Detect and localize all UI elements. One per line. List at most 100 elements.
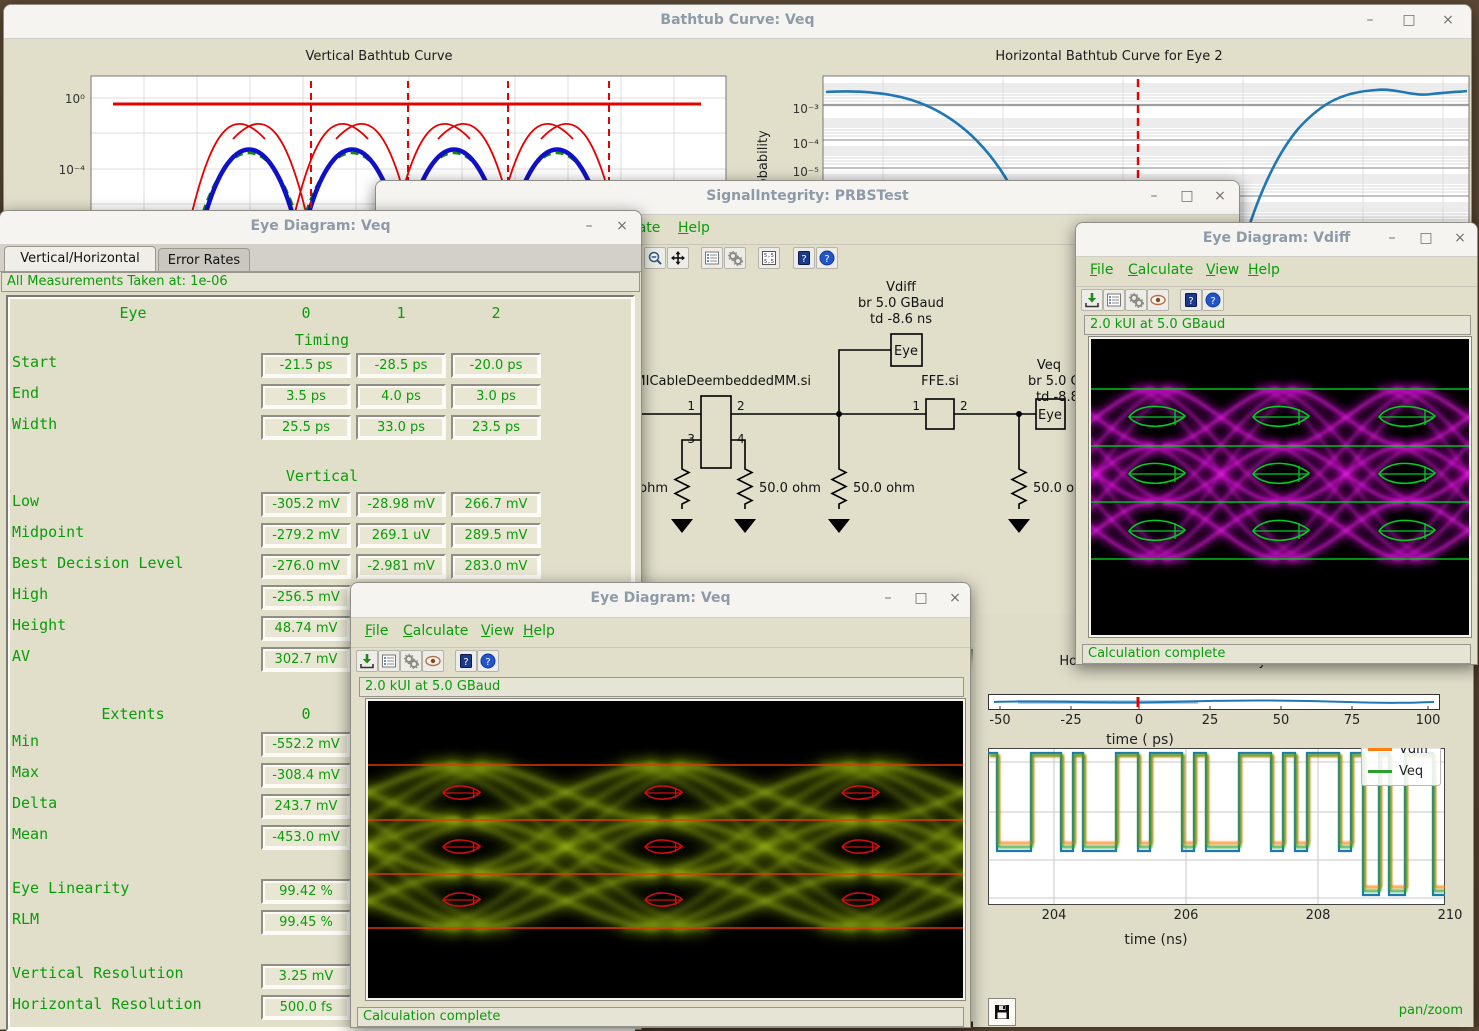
waveform-plot[interactable]: Vdiff Veq bbox=[988, 748, 1445, 905]
tab-vertical-horizontal[interactable]: Vertical/Horizontal bbox=[4, 246, 156, 271]
properties-icon[interactable] bbox=[701, 247, 723, 269]
value-field[interactable]: 99.45 % bbox=[261, 910, 351, 935]
sparameter-viewer-icon[interactable]: 5,55,5 bbox=[758, 247, 780, 269]
window-eye-diagram-vdiff: Eye Diagram: Vdiff – □ × File Calculate … bbox=[1075, 222, 1478, 665]
value-field[interactable]: -256.5 mV bbox=[261, 585, 351, 610]
ffe-block[interactable] bbox=[926, 399, 954, 429]
slider-tick: 75 bbox=[1332, 713, 1372, 728]
ffe-file-label: FFE.si bbox=[921, 374, 959, 389]
pan-icon[interactable] bbox=[667, 247, 689, 269]
maximize-icon[interactable]: □ bbox=[1417, 230, 1435, 246]
maximize-icon[interactable]: □ bbox=[1400, 12, 1418, 28]
minimize-icon[interactable]: – bbox=[1361, 12, 1379, 28]
time-slider-plot[interactable] bbox=[988, 694, 1440, 711]
value-field[interactable]: -453.0 mV bbox=[261, 825, 351, 850]
legend-veq: Veq bbox=[1399, 764, 1423, 779]
value-field[interactable]: 302.7 mV bbox=[261, 647, 351, 672]
titlebar[interactable]: Eye Diagram: Vdiff – □ × bbox=[1076, 223, 1477, 257]
value-field[interactable]: 3.0 ps bbox=[451, 384, 541, 409]
value-field[interactable]: 4.0 ps bbox=[356, 384, 446, 409]
help-circle-icon[interactable]: ? bbox=[1202, 289, 1224, 311]
menu-help[interactable]: Help bbox=[523, 623, 555, 639]
value-field[interactable]: -21.5 ps bbox=[261, 353, 351, 378]
slider-tick: 25 bbox=[1190, 713, 1230, 728]
help-circle-icon[interactable]: ? bbox=[816, 247, 838, 269]
save-button[interactable] bbox=[988, 998, 1016, 1026]
wave-tick: 210 bbox=[1430, 908, 1470, 923]
close-icon[interactable]: × bbox=[1211, 188, 1229, 204]
value-field[interactable]: 269.1 uV bbox=[356, 523, 446, 548]
close-icon[interactable]: × bbox=[946, 590, 964, 606]
value-field[interactable]: 48.74 mV bbox=[261, 616, 351, 641]
cable-block[interactable] bbox=[701, 396, 731, 468]
tab-bar: Vertical/Horizontal Error Rates bbox=[0, 244, 641, 272]
minimize-icon[interactable]: – bbox=[879, 590, 897, 606]
minimize-icon[interactable]: – bbox=[1145, 188, 1163, 204]
panzoom-mode-label[interactable]: pan/zoom bbox=[1399, 1003, 1463, 1018]
zoom-out-icon[interactable] bbox=[644, 247, 666, 269]
value-field[interactable]: -20.0 ps bbox=[451, 353, 541, 378]
properties-icon[interactable] bbox=[1103, 289, 1125, 311]
titlebar[interactable]: Bathtub Curve: Veq – □ × bbox=[4, 5, 1471, 39]
value-field[interactable]: -276.0 mV bbox=[261, 554, 351, 579]
save-report-icon[interactable] bbox=[356, 650, 378, 672]
extents-col-header: 0 bbox=[261, 705, 351, 723]
eye-view-icon[interactable] bbox=[1147, 289, 1169, 311]
help-book-icon[interactable]: ? bbox=[793, 247, 815, 269]
veq-probe-name: Veq bbox=[1037, 358, 1061, 373]
tab-error-rates[interactable]: Error Rates bbox=[158, 248, 250, 271]
close-icon[interactable]: × bbox=[1451, 230, 1469, 246]
window-bathtub-eye0: Horizontal Bathtub Curve for Eye 0 -50 -… bbox=[973, 614, 1474, 1027]
help-book-icon[interactable]: ? bbox=[1180, 289, 1202, 311]
value-field[interactable]: 243.7 mV bbox=[261, 794, 351, 819]
close-icon[interactable]: × bbox=[613, 218, 631, 234]
eye-view-icon[interactable] bbox=[422, 650, 444, 672]
menu-help[interactable]: Help bbox=[1248, 262, 1280, 278]
gears-icon[interactable] bbox=[724, 247, 746, 269]
value-field[interactable]: -308.4 mV bbox=[261, 763, 351, 788]
value-field[interactable]: 289.5 mV bbox=[451, 523, 541, 548]
value-field[interactable]: 3.5 ps bbox=[261, 384, 351, 409]
maximize-icon[interactable]: □ bbox=[1178, 188, 1196, 204]
value-field[interactable]: 266.7 mV bbox=[451, 492, 541, 517]
titlebar[interactable]: Eye Diagram: Veq – × bbox=[0, 211, 641, 245]
menu-calculate[interactable]: Calculate bbox=[1128, 262, 1193, 278]
value-field[interactable]: -305.2 mV bbox=[261, 492, 351, 517]
menu-view[interactable]: View bbox=[1206, 262, 1239, 278]
gears-icon[interactable] bbox=[1125, 289, 1147, 311]
gears-icon[interactable] bbox=[400, 650, 422, 672]
maximize-icon[interactable]: □ bbox=[912, 590, 930, 606]
help-circle-icon[interactable]: ? bbox=[477, 650, 499, 672]
menu-help[interactable]: Help bbox=[678, 220, 710, 236]
save-report-icon[interactable] bbox=[1081, 289, 1103, 311]
calculation-status: Calculation complete bbox=[1082, 644, 1471, 664]
value-field[interactable]: 33.0 ps bbox=[356, 415, 446, 440]
value-field[interactable]: 99.42 % bbox=[261, 879, 351, 904]
value-field[interactable]: -279.2 mV bbox=[261, 523, 351, 548]
value-field[interactable]: 23.5 ps bbox=[451, 415, 541, 440]
help-book-icon[interactable]: ? bbox=[455, 650, 477, 672]
properties-icon[interactable] bbox=[378, 650, 400, 672]
menu-file[interactable]: File bbox=[365, 623, 388, 639]
value-field[interactable]: -552.2 mV bbox=[261, 732, 351, 757]
value-field[interactable]: 3.25 mV bbox=[261, 964, 351, 989]
titlebar[interactable]: Eye Diagram: Veq – □ × bbox=[351, 583, 970, 618]
menu-calculate[interactable]: Calculate bbox=[403, 623, 468, 639]
minimize-icon[interactable]: – bbox=[580, 218, 598, 234]
minimize-icon[interactable]: – bbox=[1383, 230, 1401, 246]
menu-file[interactable]: File bbox=[1090, 262, 1113, 278]
grounds bbox=[671, 519, 1030, 533]
close-icon[interactable]: × bbox=[1439, 12, 1457, 28]
eye-block-label: Eye bbox=[1038, 408, 1062, 423]
eye-diagram-canvas-veq[interactable] bbox=[366, 699, 965, 1000]
col-header-2: 2 bbox=[451, 304, 541, 322]
value-field[interactable]: -28.5 ps bbox=[356, 353, 446, 378]
value-field[interactable]: 500.0 fs bbox=[261, 995, 351, 1020]
menu-view[interactable]: View bbox=[481, 623, 514, 639]
value-field[interactable]: -2.981 mV bbox=[356, 554, 446, 579]
value-field[interactable]: 283.0 mV bbox=[451, 554, 541, 579]
value-field[interactable]: -28.98 mV bbox=[356, 492, 446, 517]
eye-diagram-canvas-vdiff[interactable] bbox=[1089, 337, 1471, 637]
window-title: SignalIntegrity: PRBSTest bbox=[376, 188, 1239, 204]
value-field[interactable]: 25.5 ps bbox=[261, 415, 351, 440]
